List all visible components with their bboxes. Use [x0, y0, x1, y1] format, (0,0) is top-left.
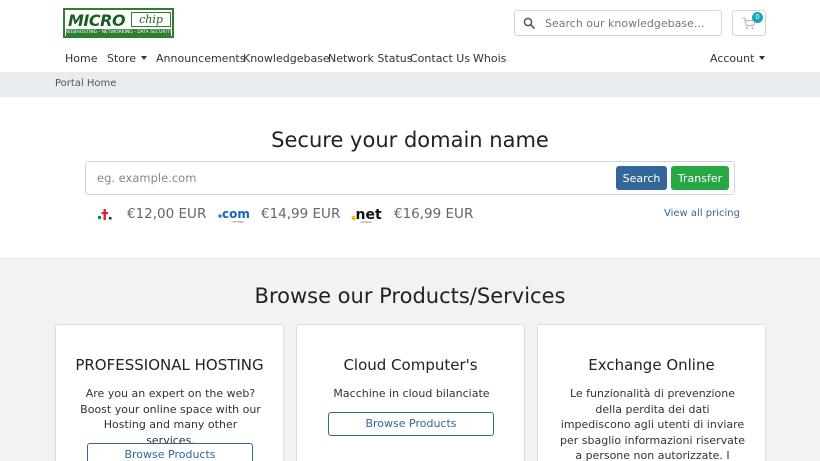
nav-home[interactable]: Home [65, 52, 97, 65]
svg-text:verisign: verisign [360, 220, 372, 223]
product-card-title: PROFESSIONAL HOSTING [75, 356, 264, 374]
domain-search-button[interactable]: Search [616, 166, 667, 190]
knowledgebase-search [514, 10, 722, 36]
svg-text:verisign: verisign [232, 220, 244, 224]
tld-it-price: €12,00 EUR [127, 206, 207, 222]
cart-count-badge: 0 [752, 12, 763, 23]
browse-products-button[interactable]: Browse Products [87, 443, 253, 461]
chevron-down-icon [759, 56, 766, 60]
knowledgebase-search-input[interactable] [545, 13, 717, 33]
product-card-title: Cloud Computer's [343, 356, 478, 374]
cart-button[interactable]: 0 [732, 10, 766, 36]
nav-network-status[interactable]: Network Status [328, 52, 412, 65]
product-card-cloud-computers: Cloud Computer's Macchine in cloud bilan… [296, 324, 525, 461]
browse-products-button[interactable]: Browse Products [328, 412, 494, 436]
tld-com-price: €14,99 EUR [261, 206, 341, 222]
tld-net-price: €16,99 EUR [394, 206, 474, 222]
logo-chip-mark: chip [131, 12, 171, 27]
breadcrumb: Portal Home [0, 72, 820, 97]
nav-announcements[interactable]: Announcements [156, 52, 245, 65]
product-card-description: Macchine in cloud bilanciate [333, 387, 490, 400]
product-card-description: Are you an expert on the web? Boost your… [80, 387, 261, 447]
nav-account[interactable]: Account [710, 52, 766, 65]
nav-knowledgebase[interactable]: Knowledgebase [243, 52, 330, 65]
domain-input[interactable] [97, 167, 597, 189]
products-title: Browse our Products/Services [254, 284, 566, 308]
nav-account-label: Account [710, 52, 755, 65]
search-icon [523, 17, 535, 29]
nav-store-label: Store [107, 52, 137, 65]
view-all-pricing-link[interactable]: View all pricing [664, 208, 740, 219]
chevron-down-icon [141, 56, 148, 60]
nav-contact-us[interactable]: Contact Us [410, 52, 470, 65]
domain-search-title: Secure your domain name [271, 128, 549, 152]
nav-whois[interactable]: Whois [473, 52, 506, 65]
product-card-title: Exchange Online [588, 356, 715, 374]
net-tld-logo-icon: net verisign [351, 207, 382, 223]
breadcrumb-portal-home[interactable]: Portal Home [55, 78, 116, 89]
nav-store[interactable]: Store [107, 52, 148, 65]
domain-transfer-button[interactable]: Transfer [671, 166, 729, 190]
site-header: MICRO chip WEBHOSTING - NETWORKING - DAT… [0, 0, 820, 46]
product-card-exchange-online: Exchange Online Le funzionalità di preve… [537, 324, 766, 461]
company-logo[interactable]: MICRO chip WEBHOSTING - NETWORKING - DAT… [63, 8, 174, 38]
logo-wordmark: MICRO [68, 11, 126, 30]
product-card-professional-hosting: PROFESSIONAL HOSTING Are you an expert o… [55, 324, 284, 461]
logo-tagline: WEBHOSTING - NETWORKING - DATA SECURITY [66, 29, 171, 36]
domain-search-form: Search Transfer [85, 161, 735, 195]
product-card-description: Le funzionalità di prevenzione della per… [560, 387, 745, 461]
it-tld-logo-icon [98, 209, 112, 220]
com-tld-logo-icon: com verisign [218, 207, 250, 224]
main-navigation: Home Store Announcements Knowledgebase N… [0, 46, 820, 72]
